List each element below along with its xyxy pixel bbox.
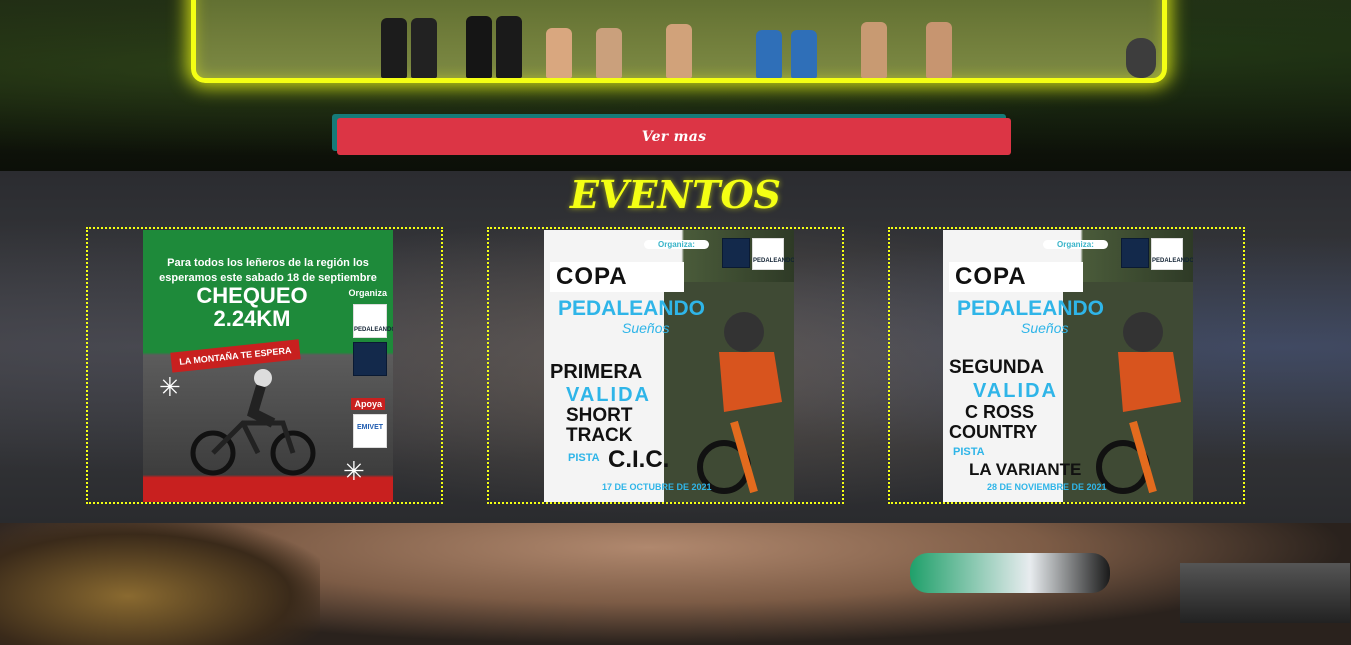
poster-line: COUNTRY [949,422,1038,442]
poster-date: 17 DE OCTUBRE DE 2021 [602,482,712,492]
photo-figure [1126,38,1156,78]
photo-figure [861,22,887,78]
section-title: EVENTOS [570,172,781,217]
club-logo [353,342,387,376]
poster-line: VALIDA [973,380,1058,402]
poster-organiza: Organiza [348,288,387,298]
event-card[interactable]: Para todos los leñeros de la región los … [86,227,443,504]
photo-figure [411,18,437,78]
poster-date: 28 DE NOVIEMBRE DE 2021 [987,482,1107,492]
club-logo [1121,238,1149,268]
sparkle-icon: ✳ [159,372,181,402]
team-photo-frame [191,0,1167,83]
poster-venue: C.I.C. [608,446,670,473]
event-poster-segunda-valida[interactable]: Organiza: PEDALEANDO COPA PEDALEANDO Sue… [943,230,1193,502]
event-card[interactable]: Organiza: PEDALEANDO COPA PEDALEANDO Sue… [487,227,844,504]
club-logo [722,238,750,268]
poster-organiza: Organiza: [1043,240,1108,249]
poster-copa: COPA [949,262,1083,292]
photo-figure [596,28,622,78]
poster-pista: PISTA [953,446,985,458]
event-card[interactable]: Organiza: PEDALEANDO COPA PEDALEANDO Sue… [888,227,1245,504]
poster-apoya: Apoya [351,398,385,410]
poster-brand: PEDALEANDO [957,297,1105,320]
pedaleando-logo: PEDALEANDO [752,238,794,270]
photo-figure [791,30,817,78]
poster-intro: Para todos los leñeros de la región los … [159,257,377,284]
bike-handlebar-shape [910,553,1110,593]
photo-figure [666,24,692,78]
hero-section: Ver mas [0,0,1351,171]
pedaleando-logo: PEDALEANDO [353,304,393,338]
photo-figure [546,28,572,78]
poster-brand-sub: Sueños [622,320,670,336]
banner-background-shape [0,523,320,645]
ver-mas-button[interactable]: Ver mas [337,118,1011,155]
cyclist-illustration [190,369,316,476]
poster-line: VALIDA [566,384,651,406]
poster-headline: CHEQUEO 2.24KM [196,283,308,331]
event-poster-chequeo[interactable]: Para todos los leñeros de la región los … [143,230,393,502]
photo-figure [756,30,782,78]
poster-pista: PISTA [568,452,600,464]
event-poster-primera-valida[interactable]: Organiza: PEDALEANDO COPA PEDALEANDO Sue… [544,230,794,502]
photo-figure [466,16,492,78]
events-section: EVENTOS Para todos los leñeros de la reg… [0,171,1351,523]
poster-line: PRIMERA [550,361,643,383]
poster-brand-sub: Sueños [1021,320,1069,336]
poster-organiza: Organiza: [644,240,709,249]
banner-background-shape [1180,563,1350,623]
poster-venue: LA VARIANTE [969,460,1082,479]
poster-line: TRACK [566,425,633,446]
photo-figure [381,18,407,78]
bottom-banner [0,523,1351,645]
photo-figure [496,16,522,78]
poster-line: SHORT [566,405,633,426]
sparkle-icon: ✳ [343,456,365,486]
photo-figure [926,22,952,78]
poster-brand: PEDALEANDO [558,297,706,320]
poster-line: SEGUNDA [949,357,1045,378]
pedaleando-logo: PEDALEANDO [1151,238,1193,270]
emivet-logo: EMIVET [353,414,387,448]
poster-copa: COPA [550,262,684,292]
poster-line: C ROSS [965,402,1035,422]
